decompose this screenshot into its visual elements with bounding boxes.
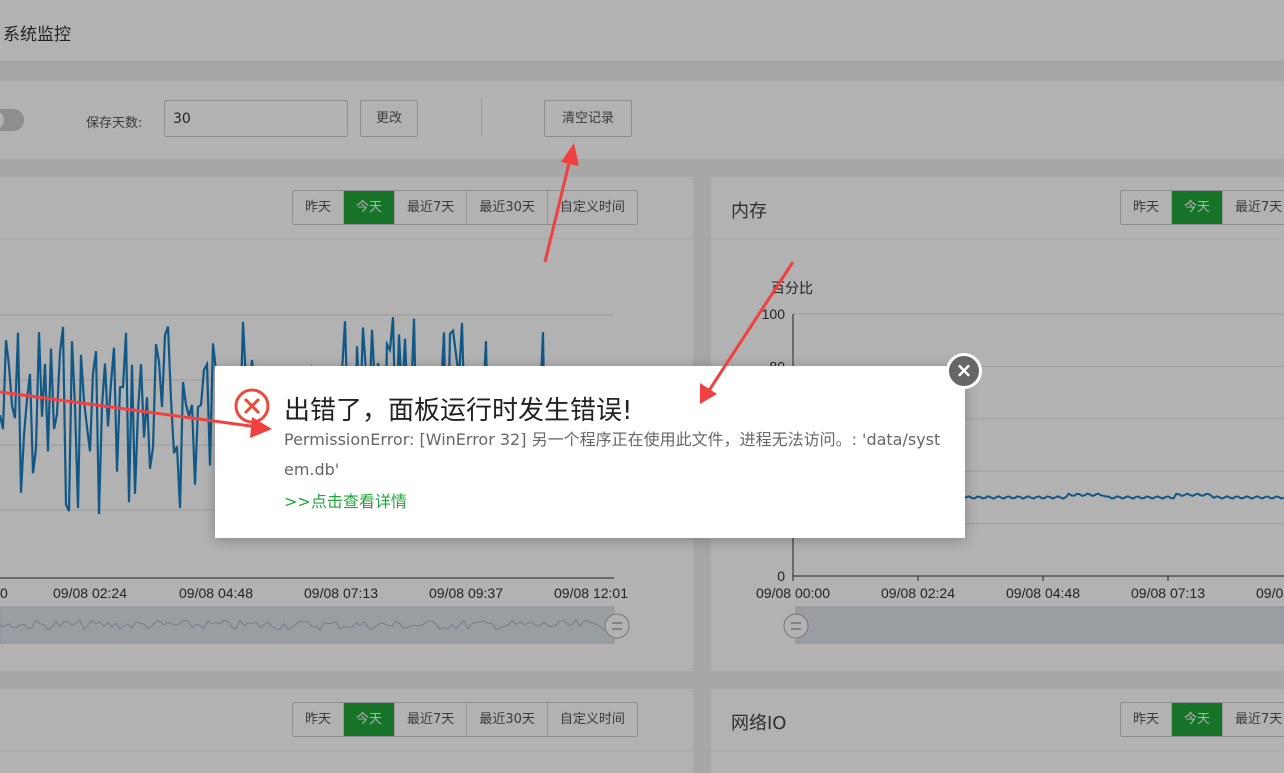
- error-dialog: 出错了，面板运行时发生错误! PermissionError: [WinErro…: [215, 366, 965, 538]
- error-message: PermissionError: [WinError 32] 另一个程序正在使用…: [284, 430, 941, 479]
- error-icon: [234, 388, 270, 424]
- error-title: 出错了，面板运行时发生错误!: [284, 396, 633, 426]
- close-icon[interactable]: ×: [946, 353, 982, 389]
- view-details-link[interactable]: >>点击查看详情: [284, 488, 407, 512]
